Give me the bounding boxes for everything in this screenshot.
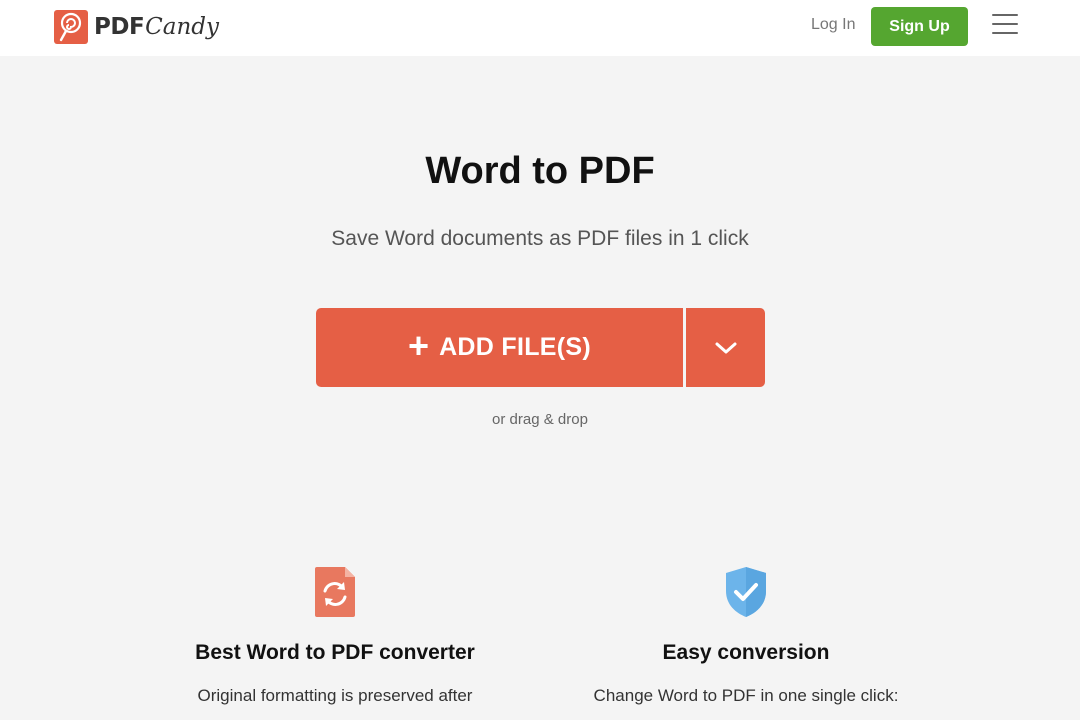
feature-title: Best Word to PDF converter xyxy=(195,641,475,664)
logo-text-candy: Candy xyxy=(145,14,220,40)
page-title: Word to PDF xyxy=(425,150,655,192)
chevron-down-icon xyxy=(715,342,736,353)
add-files-button[interactable]: + ADD FILE(S) xyxy=(316,308,683,387)
top-navbar: PDF Candy Log In Sign Up xyxy=(0,0,1080,56)
pdfcandy-logo[interactable]: PDF Candy xyxy=(54,9,219,45)
feature-text: Change Word to PDF in one single click: xyxy=(593,686,899,705)
lollipop-icon xyxy=(54,10,88,44)
drag-drop-hint: or drag & drop xyxy=(492,411,588,428)
shield-check-icon xyxy=(726,567,766,617)
hamburger-menu-icon[interactable] xyxy=(992,14,1018,38)
logo-text-pdf: PDF xyxy=(94,14,145,40)
feature-title: Easy conversion xyxy=(662,641,830,664)
login-link[interactable]: Log In xyxy=(811,16,855,34)
signup-button[interactable]: Sign Up xyxy=(871,7,968,46)
add-files-label: ADD FILE(S) xyxy=(439,333,591,361)
file-convert-icon xyxy=(315,567,355,617)
add-files-dropdown-button[interactable] xyxy=(686,308,765,387)
feature-easy-conversion: Easy conversion Change Word to PDF in on… xyxy=(576,565,916,709)
plus-icon: + xyxy=(408,324,430,366)
feature-best-converter: Best Word to PDF converter Original form… xyxy=(165,565,505,709)
page-subtitle: Save Word documents as PDF files in 1 cl… xyxy=(331,227,749,250)
feature-text: Original formatting is preserved after xyxy=(197,686,473,705)
